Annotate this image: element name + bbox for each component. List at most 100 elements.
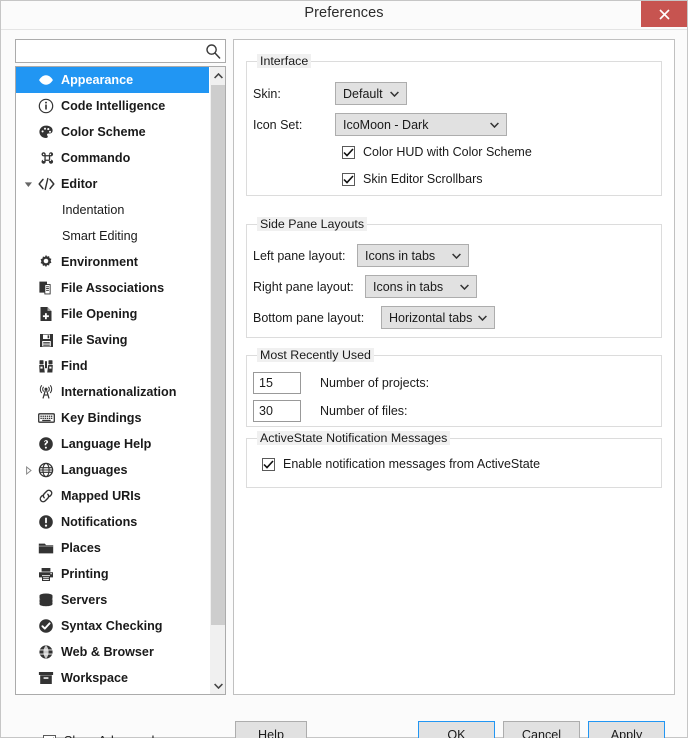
sidebar-item-mapped-uris[interactable]: Mapped URIs — [16, 483, 210, 509]
sidebar-item-environment[interactable]: Environment — [16, 249, 210, 275]
skin-scrollbars-checkbox[interactable] — [342, 172, 355, 186]
code-tags-icon — [36, 175, 56, 193]
sidebar-item-places[interactable]: Places — [16, 535, 210, 561]
sidebar-item-syntax-checking[interactable]: Syntax Checking — [16, 613, 210, 639]
sidebar-item-editor[interactable]: Editor — [16, 171, 210, 197]
sidebar-item-notifications[interactable]: Notifications — [16, 509, 210, 535]
sidebar-item-key-bindings[interactable]: Key Bindings — [16, 405, 210, 431]
interface-group: Interface Skin: Default Icon Set: IcoMoo… — [246, 54, 662, 196]
right-pane-value: Icons in tabs — [373, 279, 444, 294]
link-icon — [36, 487, 56, 505]
info-circle-icon — [36, 97, 56, 115]
ok-button[interactable]: OK — [418, 721, 495, 738]
sidebar-item-web-browser[interactable]: Web & Browser — [16, 639, 210, 665]
folder-icon — [36, 539, 56, 557]
window-title: Preferences — [304, 5, 384, 21]
sidebar-item-label: Servers — [61, 592, 108, 607]
binoculars-icon — [36, 357, 56, 375]
sidebar-item-label: File Saving — [61, 332, 128, 347]
sidebar-item-indentation[interactable]: Indentation — [16, 197, 210, 223]
sidebar-item-smart-editing[interactable]: Smart Editing — [16, 223, 210, 249]
files-label: Number of files: — [320, 404, 408, 418]
sidebar-item-label: Smart Editing — [62, 228, 138, 243]
search-box[interactable] — [15, 39, 226, 63]
printer-icon — [36, 565, 56, 583]
chevron-down-icon — [478, 314, 487, 321]
globe-icon — [36, 461, 56, 479]
sidebar-item-label: Appearance — [61, 72, 134, 87]
sidebar-item-label: Places — [61, 540, 101, 555]
sidebar-item-label: Indentation — [62, 202, 125, 217]
sidebar-item-label: Language Help — [61, 436, 152, 451]
skin-label: Skin: — [253, 86, 281, 101]
command-icon — [36, 149, 56, 167]
sidebar-item-servers[interactable]: Servers — [16, 587, 210, 613]
chevron-down-icon — [460, 283, 469, 290]
bottom-pane-value: Horizontal tabs — [389, 310, 473, 325]
bottom-pane-label: Bottom pane layout: — [253, 310, 365, 325]
sidebar-item-file-associations[interactable]: File Associations — [16, 275, 210, 301]
scroll-up-arrow-icon[interactable] — [210, 67, 225, 84]
sidebar-item-label: Key Bindings — [61, 410, 142, 425]
side-pane-layouts-group: Side Pane Layouts Left pane layout: Icon… — [246, 217, 662, 338]
skin-scrollbars-label: Skin Editor Scrollbars — [363, 172, 483, 186]
sidebar-item-file-saving[interactable]: File Saving — [16, 327, 210, 353]
skin-dropdown[interactable]: Default — [335, 82, 407, 105]
enable-notifications-row[interactable]: Enable notification messages from Active… — [262, 457, 540, 471]
close-button[interactable] — [641, 1, 687, 27]
scrollbar-thumb[interactable] — [211, 85, 225, 625]
icon-set-dropdown[interactable]: IcoMoon - Dark — [335, 113, 507, 136]
sidebar-item-find[interactable]: Find — [16, 353, 210, 379]
sidebar-item-appearance[interactable]: Appearance — [16, 67, 210, 93]
preferences-tree[interactable]: Appearance Code Intelligence Color Scheme C… — [15, 66, 226, 695]
sidebar-item-label: Printing — [61, 566, 109, 581]
sidebar-item-label: Internationalization — [61, 384, 177, 399]
twisty-collapsed-icon[interactable] — [20, 465, 36, 475]
sidebar-item-workspace[interactable]: Workspace — [16, 665, 210, 691]
left-pane-dropdown[interactable]: Icons in tabs — [357, 244, 469, 267]
sidebar-item-commando[interactable]: Commando — [16, 145, 210, 171]
color-hud-row[interactable]: Color HUD with Color Scheme — [342, 145, 532, 159]
sidebar-item-internationalization[interactable]: Internationalization — [16, 379, 210, 405]
tree-scrollbar[interactable] — [209, 67, 225, 694]
icon-set-value: IcoMoon - Dark — [343, 117, 429, 132]
files-count-input[interactable] — [253, 400, 301, 422]
palette-icon — [36, 123, 56, 141]
sidebar-item-label: Mapped URIs — [61, 488, 141, 503]
sidebar-item-languages[interactable]: Languages — [16, 457, 210, 483]
copy-files-icon — [36, 279, 56, 297]
left-column: Appearance Code Intelligence Color Scheme C… — [15, 39, 226, 738]
projects-row: Number of projects: — [253, 372, 429, 394]
search-input[interactable] — [19, 40, 199, 62]
archive-icon — [36, 669, 56, 687]
sidebar-item-label: Commando — [61, 150, 131, 165]
sidebar-item-label: File Associations — [61, 280, 165, 295]
sidebar-item-label: Workspace — [61, 670, 128, 685]
sidebar-item-label: File Opening — [61, 306, 138, 321]
color-hud-checkbox[interactable] — [342, 145, 355, 159]
exclamation-circle-icon — [36, 513, 56, 531]
twisty-expanded-icon[interactable] — [20, 180, 36, 189]
skin-scrollbars-row[interactable]: Skin Editor Scrollbars — [342, 172, 483, 186]
chevron-down-icon — [490, 121, 499, 128]
projects-count-input[interactable] — [253, 372, 301, 394]
sidebar-item-color-scheme[interactable]: Color Scheme — [16, 119, 210, 145]
cancel-button[interactable]: Cancel — [503, 721, 580, 738]
right-pane-dropdown[interactable]: Icons in tabs — [365, 275, 477, 298]
file-plus-icon — [36, 305, 56, 323]
notification-messages-group-title: ActiveState Notification Messages — [257, 431, 451, 445]
sidebar-item-language-help[interactable]: Language Help — [16, 431, 210, 457]
sidebar-item-printing[interactable]: Printing — [16, 561, 210, 587]
preferences-dialog: Preferences Appearance Code Intelligence C… — [0, 0, 688, 738]
interface-group-title: Interface — [257, 54, 312, 68]
sidebar-item-file-opening[interactable]: File Opening — [16, 301, 210, 327]
globe-filled-icon — [36, 643, 56, 661]
help-button[interactable]: Help — [235, 721, 307, 738]
enable-notifications-checkbox[interactable] — [262, 457, 275, 471]
apply-button[interactable]: Apply — [588, 721, 665, 738]
sidebar-item-code-intelligence[interactable]: Code Intelligence — [16, 93, 210, 119]
floppy-disk-icon — [36, 331, 56, 349]
right-pane-label: Right pane layout: — [253, 279, 354, 294]
bottom-pane-dropdown[interactable]: Horizontal tabs — [381, 306, 495, 329]
side-pane-layouts-group-title: Side Pane Layouts — [257, 217, 368, 231]
